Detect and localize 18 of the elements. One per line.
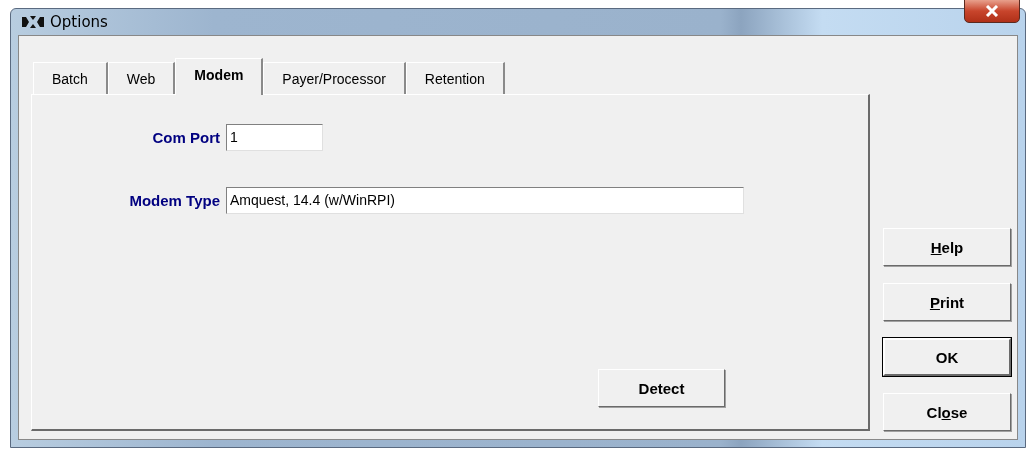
- field-label: Modem Type: [128, 191, 220, 209]
- dialog-button[interactable]: Print: [883, 283, 1011, 321]
- input-field[interactable]: 1: [226, 123, 323, 151]
- field-label: Com Port: [151, 128, 220, 146]
- tab[interactable]: Payer/Processor: [263, 62, 406, 94]
- tab[interactable]: Modem: [175, 58, 264, 95]
- tab[interactable]: Retention: [405, 62, 505, 94]
- dialog-button[interactable]: Help: [883, 228, 1011, 266]
- close-icon: [985, 5, 999, 17]
- dialog-button[interactable]: OK: [883, 338, 1011, 376]
- close-button[interactable]: [964, 0, 1020, 23]
- app-icon: [22, 15, 44, 29]
- tab[interactable]: Web: [107, 62, 176, 94]
- input-field[interactable]: Amquest, 14.4 (w/WinRPI): [226, 186, 744, 214]
- dialog-button[interactable]: Close: [883, 393, 1011, 431]
- window-title: Options: [50, 13, 109, 31]
- tab[interactable]: Batch: [33, 62, 108, 94]
- detect-button[interactable]: Detect: [598, 369, 725, 407]
